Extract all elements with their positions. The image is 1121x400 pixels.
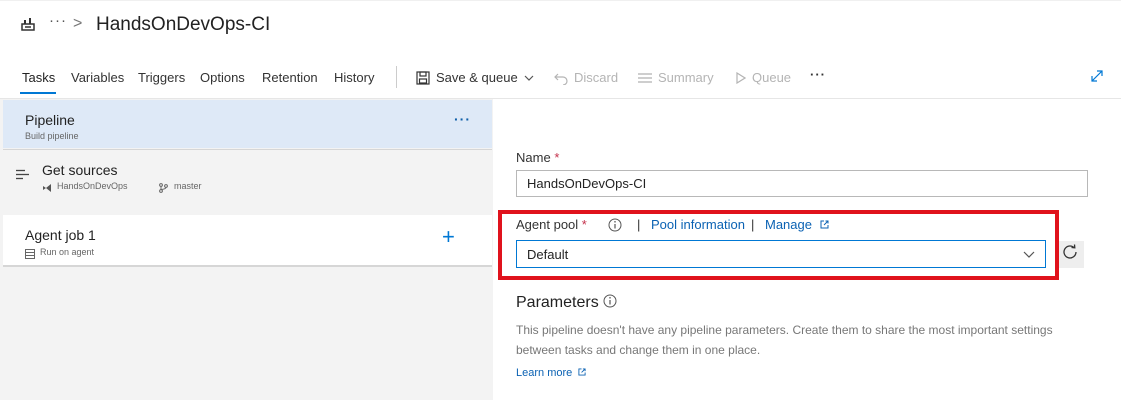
get-sources-title: Get sources	[42, 162, 118, 178]
get-sources-item[interactable]	[3, 150, 492, 206]
list-icon	[638, 72, 652, 84]
tab-triggers[interactable]: Triggers	[138, 70, 185, 85]
agent-job-subtitle: Run on agent	[40, 247, 95, 257]
toolbar-divider	[396, 66, 397, 88]
top-border	[0, 0, 1121, 1]
pipeline-more-button[interactable]: ···	[454, 111, 471, 127]
add-task-button[interactable]: +	[442, 224, 455, 250]
parameters-heading: Parameters	[516, 294, 599, 311]
save-queue-label: Save & queue	[436, 70, 518, 85]
tab-tasks[interactable]: Tasks	[22, 70, 55, 85]
agent-icon	[25, 246, 35, 264]
discard-label: Discard	[574, 70, 619, 85]
tab-retention[interactable]: Retention	[262, 70, 318, 85]
refresh-icon	[1062, 244, 1078, 265]
tab-variables[interactable]: Variables	[71, 70, 124, 85]
undo-icon	[554, 71, 568, 85]
repo-icon	[42, 180, 52, 198]
toolbar-more-button[interactable]: ···	[810, 67, 826, 82]
info-icon[interactable]	[603, 294, 617, 313]
save-icon	[416, 70, 430, 85]
expand-icon[interactable]	[1090, 69, 1104, 88]
sources-icon	[16, 167, 29, 185]
queue-label: Queue	[752, 70, 792, 85]
tab-history[interactable]: History	[334, 70, 374, 85]
refresh-button[interactable]	[1056, 241, 1084, 268]
chevron-down-icon	[524, 73, 534, 83]
agent-job-title: Agent job 1	[25, 227, 96, 243]
page-title: HandsOnDevOps-CI	[96, 14, 271, 35]
summary-button[interactable]: Summary	[638, 70, 714, 85]
build-pipeline-icon	[20, 16, 36, 32]
name-label-text: Name	[516, 150, 551, 165]
discard-button[interactable]: Discard	[554, 70, 618, 85]
branch-icon	[159, 180, 168, 198]
learn-more-link[interactable]: Learn more	[516, 367, 586, 379]
name-label: Name *	[516, 150, 559, 165]
play-icon	[736, 71, 746, 84]
parameters-description: This pipeline doesn't have any pipeline …	[516, 323, 1053, 357]
required-mark: *	[554, 150, 560, 165]
pipeline-item-title: Pipeline	[25, 112, 75, 128]
branch-name: master	[174, 181, 202, 191]
repo-name: HandsOnDevOps	[57, 181, 128, 191]
active-tab-indicator	[20, 92, 56, 94]
breadcrumb-chevron-icon: >	[73, 15, 83, 32]
learn-more-text: Learn more	[516, 367, 573, 379]
pipeline-item-subtitle: Build pipeline	[25, 131, 79, 141]
highlight-annotation	[498, 210, 1059, 280]
breadcrumb-more-button[interactable]: ···	[49, 12, 67, 29]
pipeline-name-input[interactable]: HandsOnDevOps-CI	[516, 170, 1088, 197]
save-queue-button[interactable]: Save & queue	[416, 70, 534, 85]
external-link-icon	[578, 367, 586, 379]
tab-options[interactable]: Options	[200, 70, 245, 85]
queue-button[interactable]: Queue	[736, 70, 791, 85]
summary-label: Summary	[658, 70, 714, 85]
